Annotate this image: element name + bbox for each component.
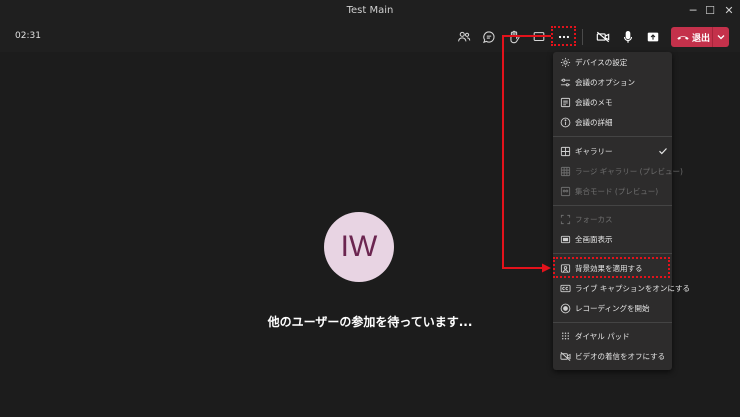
menu-item-label: フォーカス	[575, 215, 613, 224]
microphone-icon	[623, 31, 633, 43]
menu-item-focus[interactable]: フォーカス	[553, 211, 672, 229]
menu-item-label: 会議のオプション	[575, 78, 635, 87]
menu-item-device-settings[interactable]: デバイスの設定	[553, 54, 672, 72]
menu-item-label: ダイヤル パッド	[575, 332, 630, 341]
people-icon	[458, 31, 471, 42]
menu-item-label: レコーディングを開始	[575, 304, 650, 313]
more-options-menu: デバイスの設定 会議のオプション 会議のメモ 会議の詳細 ギャラリー ラージ ギ…	[553, 52, 690, 370]
menu-item-gallery[interactable]: ギャラリー	[553, 143, 672, 161]
mic-toggle-button[interactable]	[617, 26, 639, 48]
phone-hangup-icon	[677, 36, 689, 40]
record-icon	[560, 303, 571, 314]
window-title-bar: Test Main ─ ☐ ✕	[0, 0, 740, 22]
focus-icon	[560, 214, 571, 225]
annotation-highlight-more-button	[551, 26, 576, 46]
waiting-message: 他のユーザーの参加を待っています...	[267, 315, 473, 329]
menu-item-label: ギャラリー	[575, 147, 613, 156]
chevron-down-icon[interactable]	[716, 32, 726, 42]
annotation-highlight-background-effects	[553, 257, 670, 278]
menu-item-label: デバイスの設定	[575, 58, 628, 67]
leave-label: 退出	[692, 34, 711, 44]
menu-item-together-mode[interactable]: 集合モード (プレビュー)	[553, 183, 672, 201]
maximize-button[interactable]: ☐	[700, 2, 720, 20]
chat-icon	[483, 31, 495, 44]
captions-icon	[560, 284, 571, 293]
menu-item-label: ビデオの着信をオフにする	[575, 352, 666, 361]
menu-item-label: 集合モード (プレビュー)	[575, 187, 659, 196]
close-button[interactable]: ✕	[719, 2, 739, 20]
leave-divider	[712, 27, 713, 47]
menu-item-meeting-details[interactable]: 会議の詳細	[553, 114, 672, 132]
menu-item-label: 会議の詳細	[575, 118, 613, 127]
people-button[interactable]	[453, 26, 475, 48]
options-icon	[560, 78, 571, 87]
share-tray-button[interactable]	[642, 26, 664, 48]
video-off-icon	[596, 31, 610, 43]
raise-hand-icon	[510, 30, 520, 44]
share-tray-icon	[647, 32, 659, 42]
menu-item-meeting-notes[interactable]: 会議のメモ	[553, 94, 672, 112]
chat-button[interactable]	[478, 26, 500, 48]
dialpad-icon	[562, 332, 569, 340]
menu-item-label: ライブ キャプションをオンにする	[575, 284, 690, 293]
leave-button[interactable]: 退出	[671, 27, 729, 47]
toolbar-separator	[582, 29, 583, 45]
raise-hand-button[interactable]	[503, 26, 525, 48]
menu-item-start-recording[interactable]: レコーディングを開始	[553, 300, 672, 318]
menu-separator	[553, 253, 672, 254]
share-screen-icon	[533, 32, 545, 42]
menu-item-label: ラージ ギャラリー (プレビュー)	[575, 167, 683, 176]
fullscreen-icon	[560, 235, 571, 244]
window-title: Test Main	[346, 5, 394, 16]
menu-item-turn-off-incoming-video[interactable]: ビデオの着信をオフにする	[553, 348, 672, 366]
menu-item-fullscreen[interactable]: 全画面表示	[553, 231, 672, 249]
gear-icon	[560, 57, 571, 68]
share-screen-button[interactable]	[528, 26, 550, 48]
video-incoming-off-icon	[560, 352, 571, 361]
meeting-toolbar: 02:31 退出	[0, 22, 740, 52]
info-icon	[560, 117, 571, 128]
camera-toggle-button[interactable]	[592, 26, 614, 48]
menu-item-dial-pad[interactable]: ダイヤル パッド	[553, 328, 672, 346]
together-mode-icon	[560, 186, 571, 197]
menu-separator	[553, 136, 672, 137]
avatar: IW	[324, 212, 394, 282]
large-gallery-icon	[560, 166, 571, 177]
notes-icon	[560, 97, 571, 108]
menu-separator	[553, 322, 672, 323]
menu-item-live-captions[interactable]: ライブ キャプションをオンにする	[553, 280, 690, 298]
menu-item-label: 全画面表示	[575, 235, 613, 244]
gallery-icon	[560, 146, 571, 157]
menu-separator	[553, 205, 672, 206]
checkmark-icon	[659, 148, 667, 155]
menu-item-large-gallery[interactable]: ラージ ギャラリー (プレビュー)	[553, 163, 683, 181]
meeting-timer: 02:31	[15, 31, 41, 41]
menu-item-meeting-options[interactable]: 会議のオプション	[553, 74, 672, 92]
menu-item-label: 会議のメモ	[575, 98, 613, 107]
